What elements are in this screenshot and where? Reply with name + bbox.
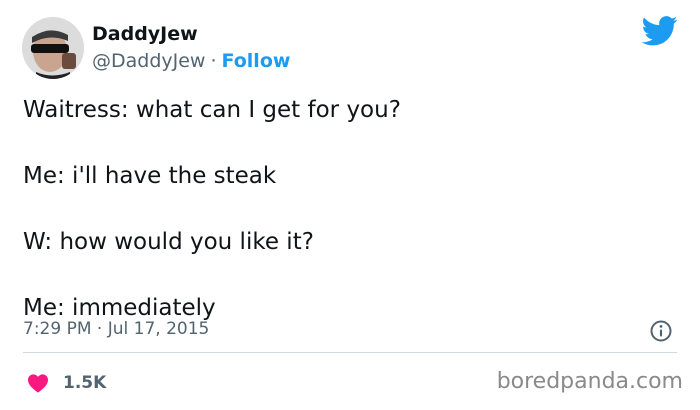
tweet-text: Waitress: what can I get for you? Me: i'… [23, 96, 673, 322]
author-handle-row: @DaddyJew · Follow [92, 50, 290, 72]
tweet-line: Waitress: what can I get for you? [23, 97, 401, 123]
tweet-card: DaddyJew @DaddyJew · Follow Waitress: what… [0, 0, 700, 410]
follow-button[interactable]: Follow [222, 50, 291, 72]
handle-separator: · [210, 50, 217, 72]
tweet-line: W: how would you like it? [23, 229, 314, 255]
like-count: 1.5K [63, 373, 107, 393]
boredpanda-watermark: boredpanda.com [496, 369, 683, 394]
like-button[interactable]: 1.5K [27, 370, 106, 396]
avatar[interactable] [22, 17, 84, 79]
tweet-line: Me: immediately [23, 295, 216, 321]
info-icon[interactable] [650, 320, 672, 342]
heart-icon [28, 374, 48, 393]
twitter-bird-icon[interactable] [642, 16, 678, 46]
author-display-name[interactable]: DaddyJew [92, 23, 198, 45]
tweet-line: Me: i'll have the steak [23, 163, 277, 189]
tweet-timestamp[interactable]: 7:29 PM · Jul 17, 2015 [23, 319, 209, 339]
author-handle[interactable]: @DaddyJew [92, 50, 205, 72]
divider [23, 352, 677, 353]
